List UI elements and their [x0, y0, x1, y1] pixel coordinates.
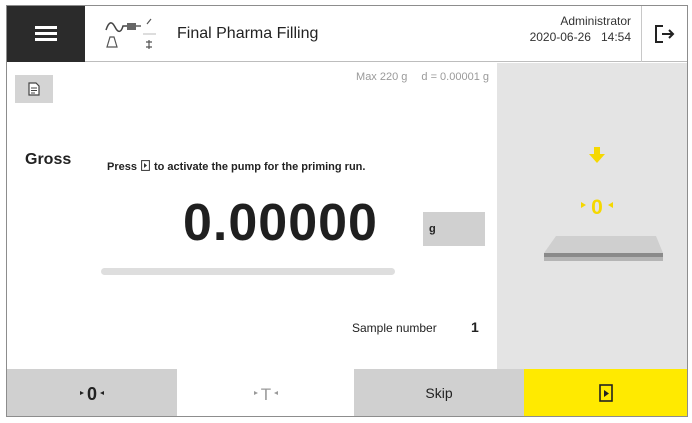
instruction-suffix: to activate the pump for the priming run… — [153, 161, 366, 173]
user-name: Administrator — [560, 14, 631, 28]
hamburger-menu-icon — [35, 26, 57, 42]
start-run-icon — [598, 383, 613, 402]
zero-indicator-icon: 0 — [581, 196, 613, 219]
logout-button[interactable] — [641, 6, 687, 62]
header-bar: Final Pharma Filling Administrator 2020-… — [7, 6, 687, 62]
instruction-prefix: Press — [107, 161, 137, 173]
sample-number-value: 1 — [471, 319, 479, 335]
document-icon — [28, 82, 40, 96]
max-capacity: Max 220 g — [356, 71, 408, 83]
scale-specification: Max 220 g d = 0.00001 g — [356, 71, 489, 83]
balance-status-panel: 0 — [497, 63, 687, 369]
start-run-inline-icon — [141, 160, 150, 174]
user-info: Administrator 2020-06-26 14:54 — [530, 14, 631, 44]
skip-button[interactable]: Skip — [354, 369, 524, 416]
weighing-pan-icon — [544, 236, 663, 261]
stability-arrow-icon — [589, 147, 605, 163]
zero-icon: 0 — [80, 384, 104, 404]
dosing-progress-bar — [101, 268, 395, 275]
app-title: Final Pharma Filling — [177, 25, 319, 42]
svg-text:0: 0 — [591, 196, 603, 219]
tare-label: T — [260, 385, 270, 404]
unit-selector[interactable]: g — [423, 212, 485, 246]
date-time: 2020-06-26 14:54 — [530, 30, 631, 44]
weighing-mode-label: Gross — [25, 151, 72, 168]
zero-button[interactable]: 0 — [7, 369, 177, 416]
tare-button[interactable]: T — [177, 369, 354, 416]
function-toolbar: 0 T Skip — [7, 369, 687, 416]
terminal-screen: Final Pharma Filling Administrator 2020-… — [6, 5, 688, 417]
pharma-filling-icon — [105, 18, 156, 49]
balance-graphic: 0 — [544, 147, 663, 261]
weight-readout: 0.00000 — [183, 194, 378, 252]
zero-label: 0 — [87, 384, 97, 404]
sample-number-label: Sample number — [352, 321, 437, 335]
tare-icon: T — [253, 385, 278, 404]
start-run-button[interactable] — [524, 369, 687, 416]
info-document-button[interactable] — [15, 75, 53, 103]
readability: d = 0.00001 g — [421, 71, 489, 83]
menu-button[interactable] — [7, 6, 85, 62]
weighing-area: Max 220 g d = 0.00001 g Gross Press to ac… — [7, 63, 497, 369]
instruction-text: Press to activate the pump for the primi… — [107, 160, 365, 174]
date-text: 2020-06-26 — [529, 30, 591, 44]
time-text: 14:54 — [600, 30, 631, 44]
logout-icon — [654, 25, 674, 43]
skip-label: Skip — [425, 384, 453, 401]
